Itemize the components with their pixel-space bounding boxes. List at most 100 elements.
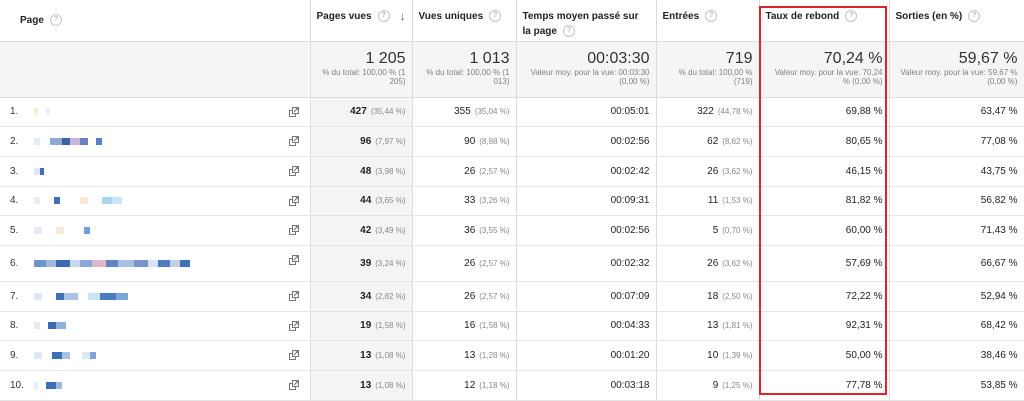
cell-percent: (3,98 %): [375, 166, 406, 176]
page-cell[interactable]: 9.: [0, 340, 311, 371]
open-external-icon[interactable]: [288, 136, 300, 147]
table-row[interactable]: 8. 19 (1,58 %) 16 (1,58 %) 00:04:33 13 (1,81 %)…: [0, 311, 1024, 342]
redacted-page-name: [34, 195, 122, 206]
cell-value: 26: [707, 257, 719, 269]
help-circle-icon[interactable]: ?: [489, 10, 502, 23]
cell-value: 13: [360, 379, 372, 391]
open-external-icon[interactable]: [288, 225, 300, 236]
page-cell[interactable]: 6.: [0, 245, 311, 282]
sort-descending-icon[interactable]: ↓: [400, 9, 406, 24]
cell-percent: (3,55 %): [479, 226, 510, 236]
page-cell[interactable]: 10.: [0, 370, 311, 401]
cell-percent: (1,81 %): [722, 321, 753, 331]
cell-percent: (2,57 %): [479, 166, 510, 176]
column-header-temps-moyen[interactable]: Temps moyen passé sur la page?: [516, 0, 657, 41]
cell-value: 26: [464, 257, 476, 269]
cell-value: 62: [707, 136, 719, 148]
table-row[interactable]: 9. 13 (1,08 %) 13 (1,28 %) 00:01:20 10 (1,39 %)…: [0, 340, 1024, 371]
open-external-icon[interactable]: [288, 350, 300, 361]
entrees-cell: 18 (2,50 %): [656, 281, 760, 312]
page-cell[interactable]: 8.: [0, 311, 311, 342]
cell-value: 18: [707, 290, 719, 302]
sorties-cell: 53,85 %: [889, 370, 1024, 401]
row-number: 10.: [10, 379, 24, 391]
cell-percent: (3,62 %): [722, 166, 753, 176]
entrees-cell: 13 (1,81 %): [656, 311, 760, 342]
page-cell[interactable]: 4.: [0, 186, 311, 217]
pages-vues-cell: 39 (3,24 %): [310, 245, 413, 282]
table-row[interactable]: 3. 48 (3,98 %) 26 (2,57 %) 00:02:42 26 (3,62 %)…: [0, 156, 1024, 187]
vues-uniques-cell: 33 (3,26 %): [412, 186, 517, 217]
page-cell[interactable]: 2.: [0, 126, 311, 157]
temps-moyen-cell: 00:02:42: [516, 156, 657, 187]
help-circle-icon[interactable]: ?: [845, 10, 858, 23]
table-row[interactable]: 5. 42 (3,49 %) 36 (3,55 %) 00:02:56 5 (0,70 %) 6…: [0, 215, 1024, 246]
cell-percent: (8,88 %): [479, 137, 510, 147]
column-header-sorties[interactable]: Sorties (en %)?: [889, 0, 1024, 41]
cell-value: 9: [712, 379, 719, 391]
page-cell[interactable]: 5.: [0, 215, 311, 246]
cell-percent: (35,04 %): [474, 107, 510, 117]
column-label: Temps moyen passé sur la page: [522, 11, 639, 37]
temps-moyen-cell: 00:02:56: [516, 215, 657, 246]
page-cell[interactable]: 3.: [0, 156, 311, 187]
cell-value: 36: [464, 225, 476, 237]
total-subtext: % du total: 100,00 % (1 013): [426, 67, 510, 86]
open-external-icon[interactable]: [288, 106, 300, 117]
table-row[interactable]: 7. 34 (2,82 %) 26 (2,57 %) 00:07:09 18 (2,50 %)…: [0, 281, 1024, 312]
column-header-entrees[interactable]: Entrées?: [656, 0, 760, 41]
column-header-vues-uniques[interactable]: Vues uniques?: [412, 0, 517, 41]
temps-moyen-cell: 00:04:33: [516, 311, 657, 342]
table-row[interactable]: 1. 427 (35,44 %) 355 (35,04 %) 00:05:01 322 (44…: [0, 97, 1024, 128]
cell-value: 12: [464, 379, 476, 391]
open-external-icon[interactable]: [288, 165, 300, 176]
open-external-icon[interactable]: [288, 254, 300, 265]
table-row[interactable]: 4. 44 (3,65 %) 33 (3,26 %) 00:09:31 11 (1,53 %)…: [0, 186, 1024, 217]
pages-vues-cell: 44 (3,65 %): [310, 186, 413, 217]
help-circle-icon[interactable]: ?: [968, 10, 981, 23]
page-cell[interactable]: 1.: [0, 97, 311, 128]
cell-value: 19: [360, 320, 372, 332]
column-header-pages-vues[interactable]: ↓ Pages vues?: [310, 0, 413, 41]
table-row[interactable]: 10. 13 (1,08 %) 12 (1,18 %) 00:03:18 9 (1,25 %)…: [0, 370, 1024, 401]
help-circle-icon[interactable]: ?: [377, 10, 390, 23]
cell-percent: (1,25 %): [722, 380, 753, 390]
temps-moyen-cell: 00:01:20: [516, 340, 657, 371]
table-row[interactable]: 6. 39 (3,24 %) 26 (2,57 %) 00:02:32 26 (3,62 %)…: [0, 245, 1024, 282]
taux-de-rebond-cell: 50,00 %: [759, 340, 890, 371]
total-cell-entrees: 719% du total: 100,00 % (719): [656, 41, 760, 98]
temps-moyen-cell: 00:07:09: [516, 281, 657, 312]
taux-de-rebond-cell: 92,31 %: [759, 311, 890, 342]
row-number: 7.: [10, 290, 19, 302]
total-subtext: Valeur moy. pour la vue: 70,24 % (0,00 %…: [774, 67, 883, 86]
vues-uniques-cell: 13 (1,28 %): [412, 340, 517, 371]
table-row[interactable]: 2. 96 (7,97 %) 90 (8,88 %) 00:02:56 62 (8,62 %)…: [0, 126, 1024, 157]
cell-value: 11: [707, 195, 719, 207]
cell-value: 13: [360, 350, 372, 362]
entrees-cell: 10 (1,39 %): [656, 340, 760, 371]
page-cell[interactable]: 7.: [0, 281, 311, 312]
open-external-icon[interactable]: [288, 290, 300, 301]
taux-de-rebond-cell: 72,22 %: [759, 281, 890, 312]
total-subtext: Valeur moy. pour la vue: 59,67 % (0,00 %…: [900, 67, 1018, 86]
cell-value: 96: [360, 136, 372, 148]
vues-uniques-cell: 26 (2,57 %): [412, 245, 517, 282]
cell-percent: (1,28 %): [479, 351, 510, 361]
cell-percent: (8,62 %): [722, 137, 753, 147]
open-external-icon[interactable]: [288, 195, 300, 206]
temps-moyen-cell: 00:02:32: [516, 245, 657, 282]
column-label: Vues uniques: [418, 11, 484, 22]
totals-row: 1 205% du total: 100,00 % (1 205) 1 013% …: [0, 41, 1024, 98]
cell-percent: (2,50 %): [722, 291, 753, 301]
vues-uniques-cell: 26 (2,57 %): [412, 156, 517, 187]
column-header-page[interactable]: Page?: [0, 0, 311, 41]
cell-percent: (1,18 %): [479, 380, 510, 390]
help-circle-icon[interactable]: ?: [562, 25, 575, 38]
column-header-taux-de-rebond[interactable]: Taux de rebond?: [759, 0, 890, 41]
help-circle-icon[interactable]: ?: [49, 14, 62, 27]
open-external-icon[interactable]: [288, 380, 300, 390]
temps-moyen-cell: 00:02:56: [516, 126, 657, 157]
help-circle-icon[interactable]: ?: [705, 10, 718, 23]
open-external-icon[interactable]: [288, 320, 300, 331]
pages-vues-cell: 13 (1,08 %): [310, 340, 413, 371]
